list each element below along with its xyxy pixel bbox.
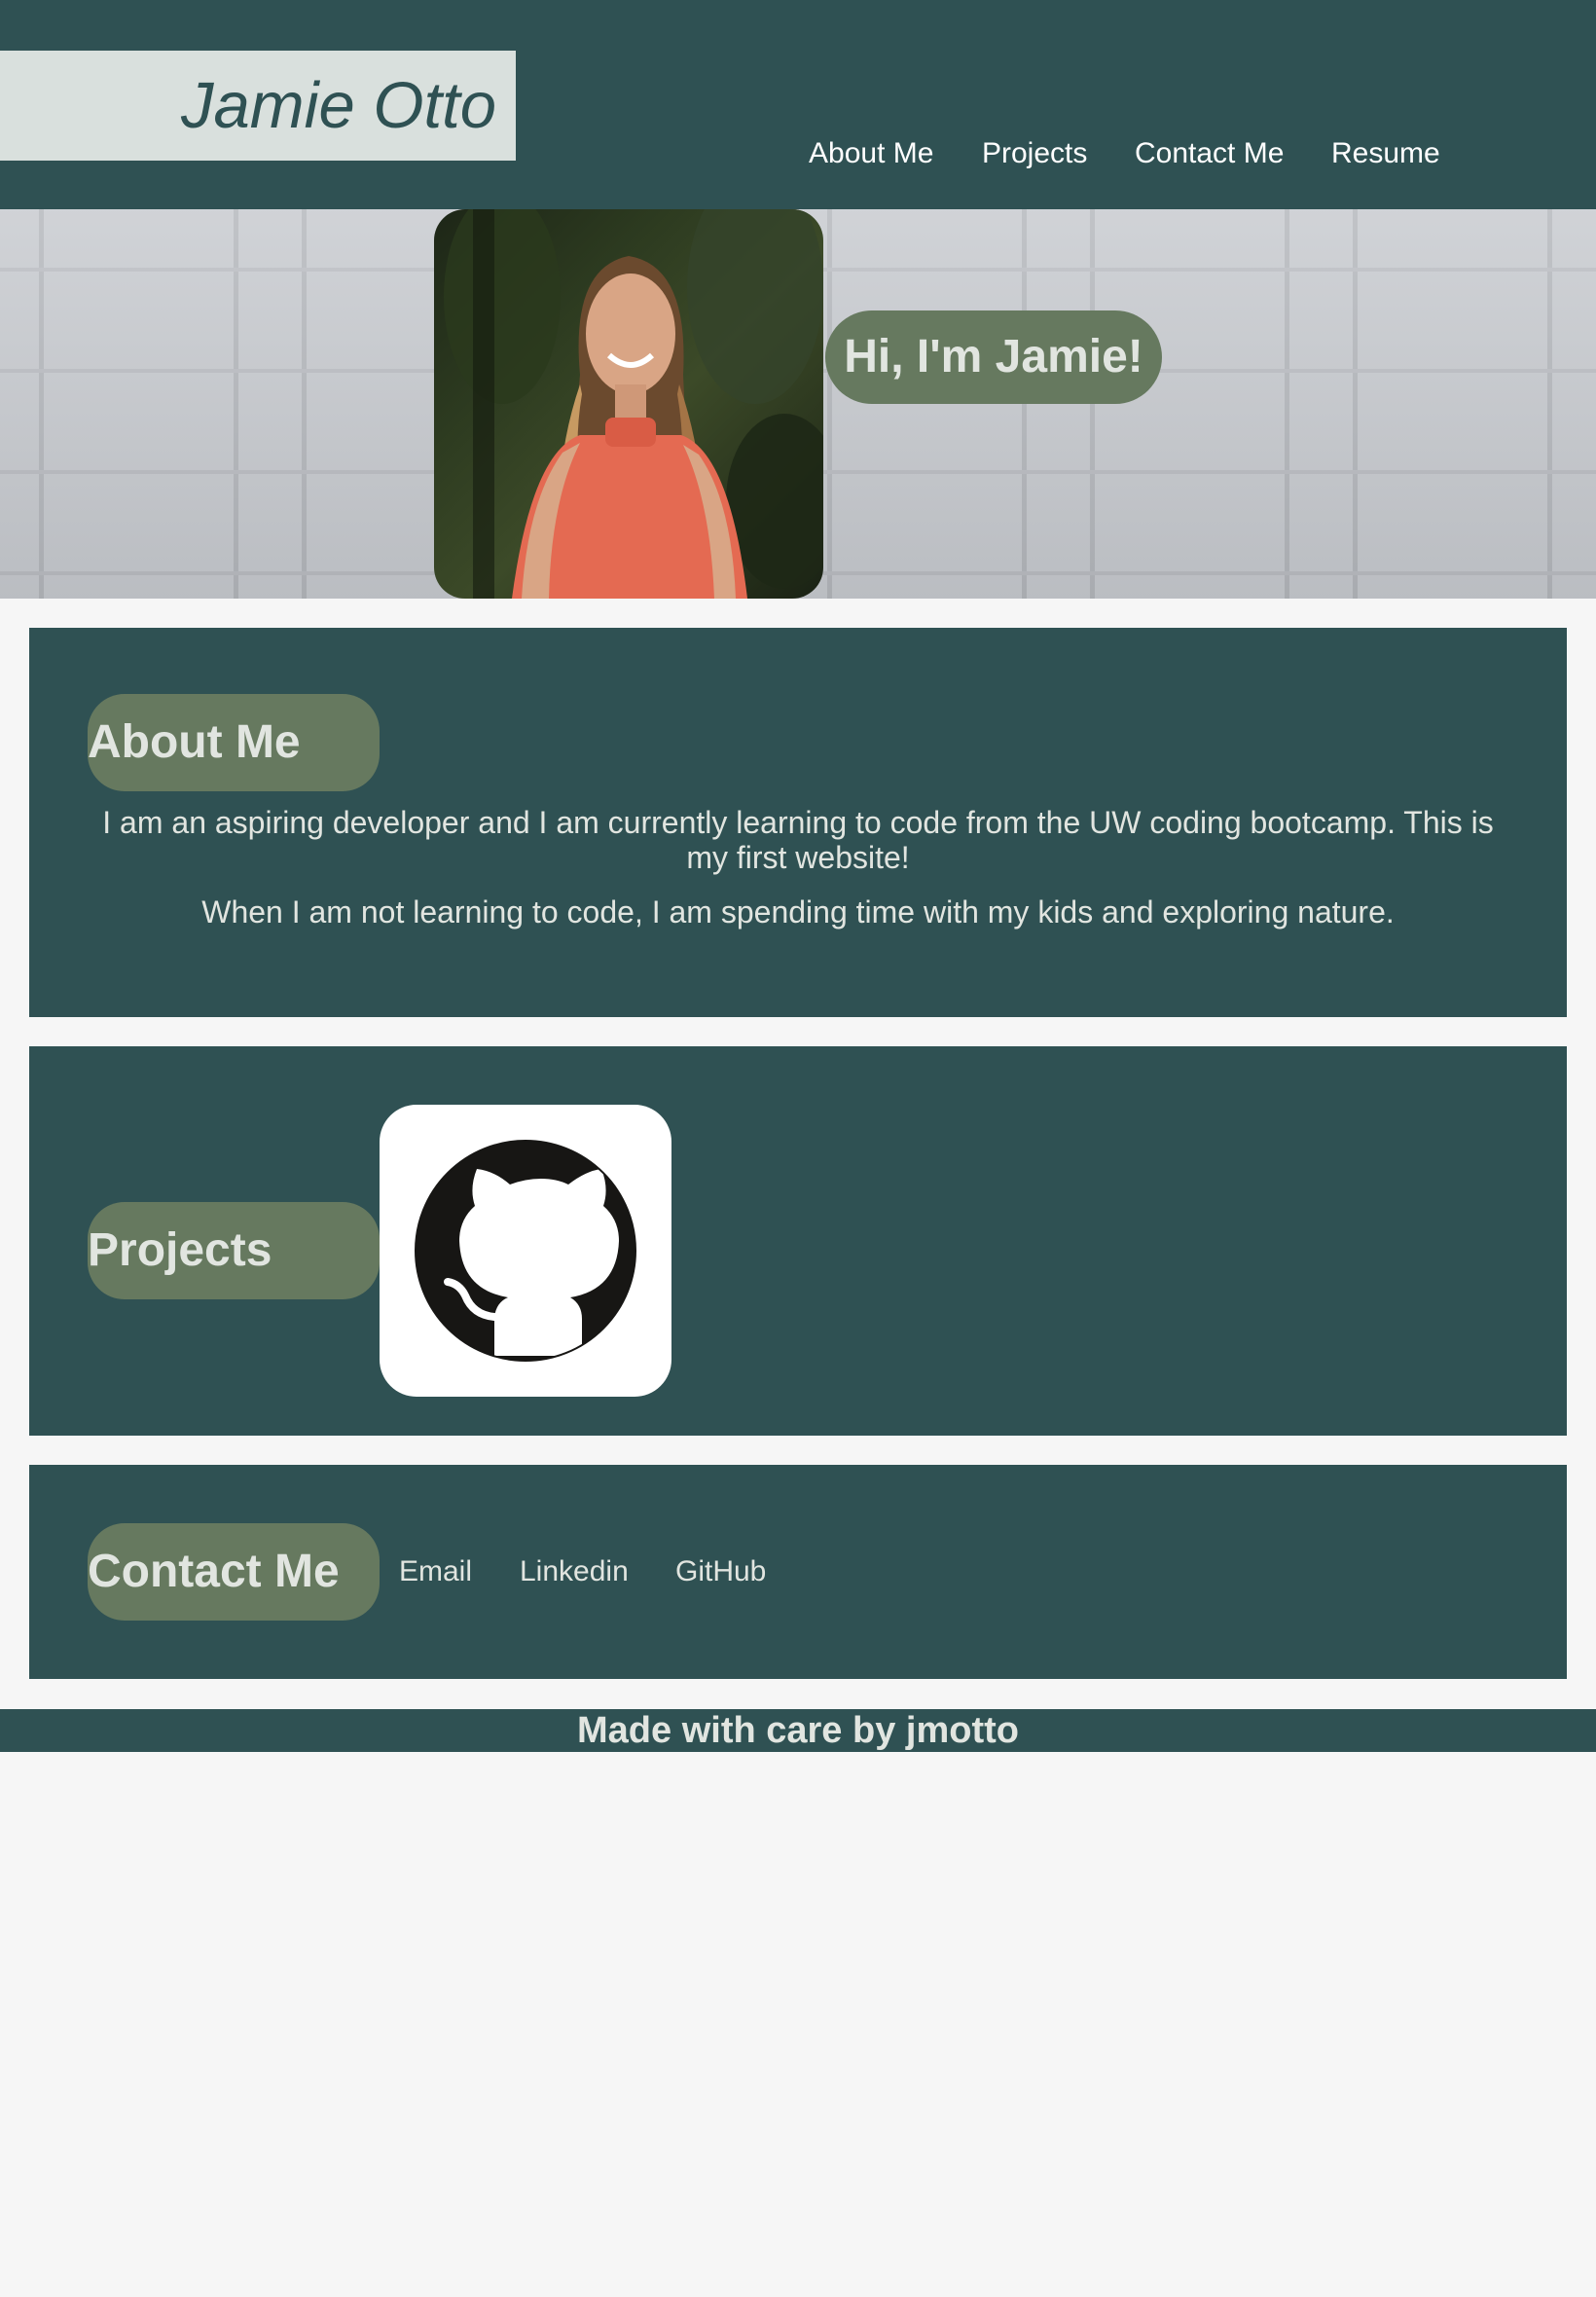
projects-section: Projects [29,1046,1567,1436]
main-nav: About Me Projects Contact Me Resume [0,132,1596,175]
about-heading: About Me [88,694,380,791]
project-card-github[interactable] [380,1105,671,1397]
nav-contact-me[interactable]: Contact Me [1135,132,1284,175]
profile-photo [434,209,823,599]
about-section: About Me I am an aspiring developer and … [29,628,1567,1017]
contact-links: Email Linkedin GitHub [29,1552,1567,1591]
contact-link-github[interactable]: GitHub [675,1552,766,1591]
site-header: Jamie Otto About Me Projects Contact Me … [0,0,1596,209]
nav-resume[interactable]: Resume [1331,132,1440,175]
contact-link-linkedin[interactable]: Linkedin [520,1552,629,1591]
projects-heading: Projects [88,1202,380,1299]
profile-photo-illustration [444,209,823,599]
hero-banner: Hi, I'm Jamie! [0,209,1596,599]
hero-greeting: Hi, I'm Jamie! [825,310,1162,404]
about-paragraph-1: I am an aspiring developer and I am curr… [102,805,1494,875]
site-footer: Made with care by jmotto [0,1709,1596,1752]
nav-about-me[interactable]: About Me [809,132,933,175]
contact-section: Contact Me Email Linkedin GitHub [29,1465,1567,1679]
about-paragraph-2: When I am not learning to code, I am spe… [201,894,1395,930]
contact-link-email[interactable]: Email [399,1552,472,1591]
github-icon [415,1140,636,1362]
nav-projects[interactable]: Projects [982,132,1087,175]
logo-text: Jamie Otto [181,69,496,142]
